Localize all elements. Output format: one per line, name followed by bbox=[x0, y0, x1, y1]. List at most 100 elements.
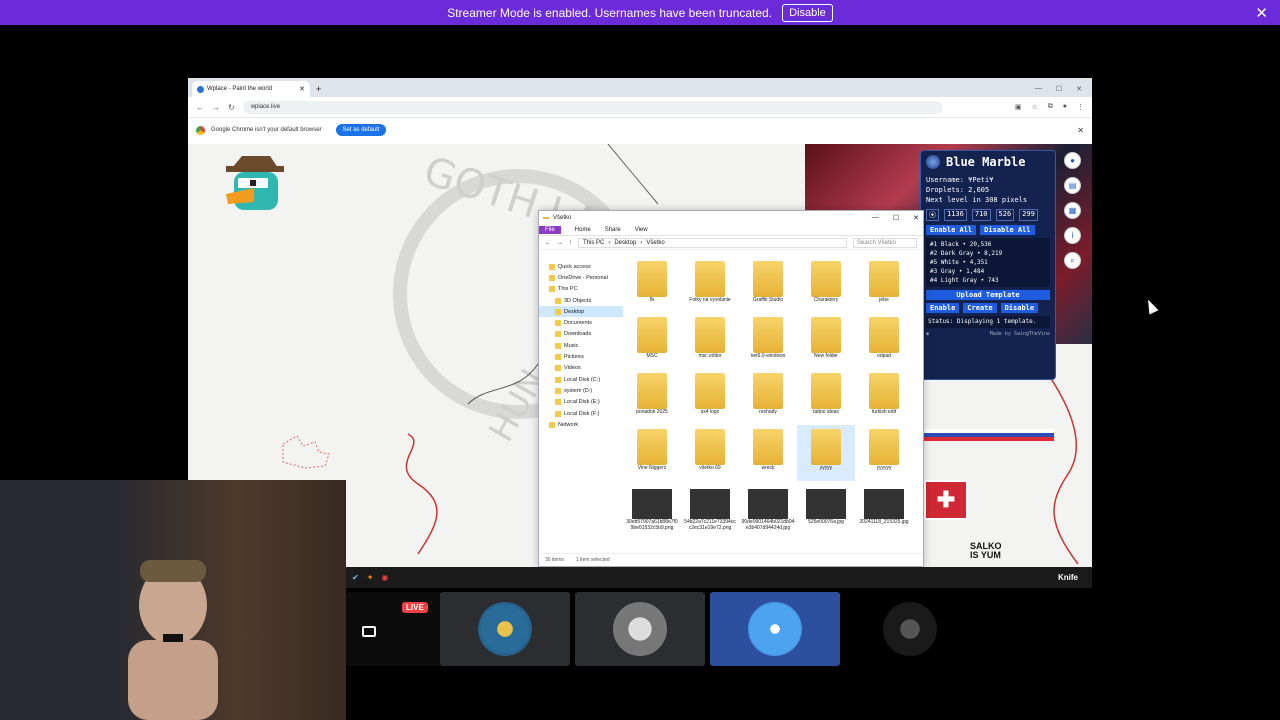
nav-pane-item[interactable]: Local Disk (F:) bbox=[539, 408, 623, 419]
disable-all-button[interactable]: Disable All bbox=[980, 225, 1035, 235]
folder-item[interactable]: ps4 logo bbox=[681, 369, 739, 425]
bookmark-star-icon[interactable]: ☆ bbox=[1031, 103, 1037, 111]
nav-pane-item[interactable]: 3D Objects bbox=[539, 295, 623, 306]
enable-button[interactable]: Enable bbox=[926, 303, 960, 313]
close-window-icon[interactable]: ✕ bbox=[913, 214, 919, 222]
forward-icon[interactable]: → bbox=[212, 103, 220, 112]
folder-item[interactable]: Fotky na vyvolanie bbox=[681, 257, 739, 313]
settings-icon[interactable]: ◉ bbox=[926, 331, 929, 337]
user-avatar-icon[interactable]: ● bbox=[1064, 152, 1081, 169]
folder-item[interactable]: yyyyy bbox=[797, 425, 855, 481]
new-tab-button[interactable]: + bbox=[316, 84, 321, 94]
ribbon-tab-view[interactable]: View bbox=[635, 227, 648, 233]
menu-icon[interactable]: ⋮ bbox=[1077, 103, 1084, 111]
folder-item[interactable]: flx bbox=[623, 257, 681, 313]
color-item[interactable]: #3 Gray • 1,484 bbox=[930, 267, 1046, 276]
url-field[interactable]: wplace.live bbox=[242, 100, 943, 114]
enable-all-button[interactable]: Enable All bbox=[926, 225, 977, 235]
bm-header[interactable]: Blue Marble bbox=[926, 155, 1050, 169]
up-icon[interactable]: ↑ bbox=[569, 240, 572, 246]
search-icon[interactable]: ⌕ bbox=[1064, 252, 1081, 269]
file-item[interactable]: 525e00076a.jpg bbox=[797, 481, 855, 537]
participant-tile[interactable] bbox=[440, 592, 570, 666]
ribbon-tab-home[interactable]: Home bbox=[575, 227, 591, 233]
nav-pane-item[interactable]: Desktop bbox=[539, 306, 623, 318]
folder-item[interactable]: New folder bbox=[797, 313, 855, 369]
close-tab-icon[interactable]: ✕ bbox=[299, 85, 305, 93]
app-icon[interactable]: ✦ bbox=[367, 573, 374, 582]
folder-item[interactable]: MSC bbox=[623, 313, 681, 369]
folder-item[interactable]: yyyyyy bbox=[855, 425, 913, 481]
maximize-icon[interactable]: ☐ bbox=[893, 214, 899, 222]
path-segment[interactable]: This PC bbox=[583, 240, 604, 246]
folder-item[interactable]: net6.0-windows bbox=[739, 313, 797, 369]
folder-item[interactable]: tattoo ideas bbox=[797, 369, 855, 425]
minimize-icon[interactable]: — bbox=[1035, 85, 1042, 93]
file-item[interactable]: 20241118_215325.jpg bbox=[855, 481, 913, 537]
leaderboard-icon[interactable]: ▦ bbox=[1064, 202, 1081, 219]
color-item[interactable]: #4 Light Gray • 743 bbox=[930, 276, 1046, 285]
upload-template-button[interactable]: Upload Template bbox=[926, 290, 1050, 300]
ribbon-tab-file[interactable]: File bbox=[539, 226, 561, 234]
nav-pane-item[interactable]: Music bbox=[539, 340, 623, 351]
path-segment[interactable]: Všetko bbox=[646, 240, 664, 246]
disable-streamer-mode-button[interactable]: Disable bbox=[782, 3, 833, 22]
participant-tile[interactable] bbox=[845, 592, 975, 666]
folder-item[interactable]: Charaktery bbox=[797, 257, 855, 313]
set-default-button[interactable]: Set as default bbox=[335, 124, 387, 136]
profile-icon[interactable]: ● bbox=[1063, 103, 1067, 111]
browser-tab[interactable]: Wplace - Paint the world ✕ bbox=[192, 81, 310, 97]
blue-marble-panel[interactable]: Blue Marble Username: ¥Peti¥ Droplets: 2… bbox=[920, 150, 1056, 380]
folder-item[interactable]: msc editor bbox=[681, 313, 739, 369]
folder-item[interactable]: ponadok 2025 bbox=[623, 369, 681, 425]
folder-item[interactable]: odpad bbox=[855, 313, 913, 369]
store-icon[interactable]: ▤ bbox=[1064, 177, 1081, 194]
folder-item[interactable]: všetko 69 bbox=[681, 425, 739, 481]
color-item[interactable]: #1 Black • 20,536 bbox=[930, 240, 1046, 249]
cast-icon[interactable]: ▣ bbox=[1015, 103, 1022, 111]
coord-px-x[interactable]: 526 bbox=[995, 209, 1015, 221]
nav-pane-item[interactable]: Videos bbox=[539, 363, 623, 374]
nav-pane-item[interactable]: Documents bbox=[539, 317, 623, 328]
close-window-icon[interactable]: ✕ bbox=[1076, 85, 1082, 93]
nav-pane-item[interactable]: Downloads bbox=[539, 329, 623, 340]
explorer-address-bar[interactable]: This PC › Desktop › Všetko bbox=[578, 237, 847, 248]
back-icon[interactable]: ← bbox=[545, 240, 551, 246]
forward-icon[interactable]: → bbox=[557, 240, 563, 246]
file-item[interactable]: 54b22a7c211e73394ccc2ec31e19e72.png bbox=[681, 481, 739, 537]
nav-pane-item[interactable]: Pictures bbox=[539, 351, 623, 362]
folder-item[interactable]: Graffiti Studio bbox=[739, 257, 797, 313]
participant-tile[interactable] bbox=[575, 592, 705, 666]
extensions-icon[interactable]: ⧉ bbox=[1048, 103, 1053, 111]
reload-icon[interactable]: ↻ bbox=[228, 103, 235, 112]
maximize-icon[interactable]: ☐ bbox=[1056, 85, 1062, 93]
chrome-taskbar-icon[interactable]: ◉ bbox=[381, 573, 388, 582]
create-button[interactable]: Create bbox=[963, 303, 997, 313]
close-icon[interactable]: ✕ bbox=[1255, 4, 1268, 22]
check-icon[interactable]: ✔ bbox=[352, 573, 359, 582]
file-item[interactable]: 30eb57907a61b88e7f09be01532c5b9.png bbox=[623, 481, 681, 537]
nav-pane-item[interactable]: Quick access bbox=[539, 261, 623, 272]
path-segment[interactable]: Desktop bbox=[614, 240, 636, 246]
folder-item[interactable]: wreck bbox=[739, 425, 797, 481]
coord-tile-x[interactable]: 1136 bbox=[944, 209, 967, 221]
info-icon[interactable]: i bbox=[1064, 227, 1081, 244]
nav-pane-item[interactable]: Local Disk (E:) bbox=[539, 397, 623, 408]
pin-icon[interactable]: ⦿ bbox=[926, 209, 939, 221]
coord-px-y[interactable]: 299 bbox=[1019, 209, 1038, 221]
folder-item[interactable]: reshady bbox=[739, 369, 797, 425]
file-explorer-window[interactable]: ▬ Všetko — ☐ ✕ File Home Share View ← → … bbox=[538, 210, 924, 567]
disable-button[interactable]: Disable bbox=[1000, 303, 1039, 313]
nav-pane-item[interactable]: This PC bbox=[539, 284, 623, 295]
nav-pane-item[interactable]: OneDrive - Personal bbox=[539, 272, 623, 283]
bm-color-list[interactable]: #1 Black • 20,536 #2 Dark Gray • 8,219 #… bbox=[926, 238, 1050, 287]
minimize-icon[interactable]: — bbox=[872, 214, 879, 222]
nav-pane-item[interactable]: Network bbox=[539, 419, 623, 430]
file-item[interactable]: 90de0901464b021db04e3b407d94424d.jpg bbox=[739, 481, 797, 537]
ribbon-tab-share[interactable]: Share bbox=[605, 227, 621, 233]
back-icon[interactable]: ← bbox=[196, 103, 204, 112]
explorer-search-input[interactable]: Search Všetko bbox=[853, 237, 917, 248]
participant-tile[interactable] bbox=[710, 592, 840, 666]
folder-item[interactable]: Vine Niggerz bbox=[623, 425, 681, 481]
folder-item[interactable]: turkish edit bbox=[855, 369, 913, 425]
